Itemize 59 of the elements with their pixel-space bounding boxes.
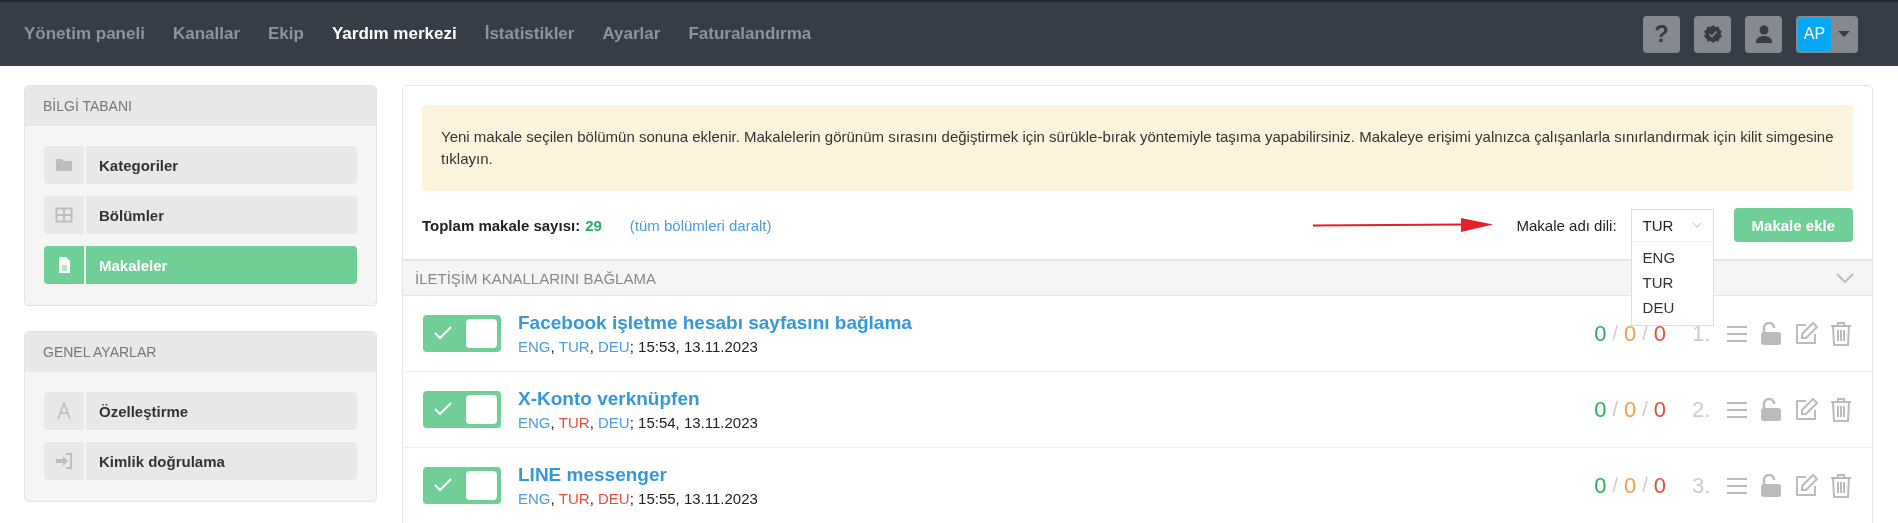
nav-item[interactable]: Ekip — [268, 24, 304, 44]
check-icon — [434, 478, 452, 492]
menu-icon[interactable] — [1726, 400, 1748, 419]
trash-icon[interactable] — [1830, 473, 1852, 498]
check-icon — [434, 326, 452, 340]
trash-icon[interactable] — [1830, 321, 1852, 346]
avatar: AP — [1798, 17, 1831, 51]
toggle-switch[interactable] — [423, 391, 501, 428]
total-label: Toplam makale sayısı: — [422, 216, 581, 234]
toggle-switch[interactable] — [423, 315, 501, 352]
panel-title: GENEL AYARLAR — [25, 332, 376, 372]
article-meta: ENG, TUR, DEU; 15:55, 13.11.2023 — [518, 490, 759, 507]
trash-icon[interactable] — [1830, 397, 1852, 422]
select-value: TUR — [1642, 216, 1674, 234]
edit-icon[interactable] — [1794, 397, 1818, 422]
panel-title: BİLGİ TABANI — [25, 86, 376, 126]
menu-icon[interactable] — [1726, 476, 1748, 495]
rating-counts: 0 / 0 / 0 — [1594, 396, 1666, 423]
article-count: 29 — [585, 216, 602, 234]
user-button[interactable] — [1745, 15, 1782, 53]
grid-icon — [55, 206, 73, 224]
badge-check-button[interactable] — [1694, 15, 1731, 53]
nav-item[interactable]: Yönetim paneli — [24, 24, 145, 44]
article-meta: ENG, TUR, DEU; 15:54, 13.11.2023 — [518, 414, 759, 431]
rating-counts: 0 / 0 / 0 — [1594, 472, 1666, 499]
nav-item[interactable]: Faturalandırma — [688, 24, 812, 44]
check-icon — [434, 402, 452, 416]
add-article-button[interactable]: Makale ekle — [1733, 208, 1853, 242]
account-menu-button[interactable]: AP — [1796, 15, 1858, 53]
collapse-link[interactable]: (tüm bölümleri daralt) — [629, 216, 772, 234]
article-title[interactable]: X-Konto verknüpfen — [518, 388, 1595, 410]
unlocked-padlock-icon[interactable] — [1760, 397, 1782, 422]
nav-item[interactable]: Ayarlar — [602, 24, 661, 44]
chevron-icon — [1691, 222, 1702, 228]
info-notice: Yeni makale seçilen bölümün sonuna eklenir. Makalelerin görünüm sırasını değiştirmek için sürükle-bırak yöntemiyle taşıma yapabilirsiniz. Makaleye erişimi yalnızca çalışanlarla sınırlandırmak için kilit simgesine tıklayın. — [422, 105, 1853, 191]
article-title[interactable]: Facebook işletme hesabı sayfasını bağlama — [518, 312, 1595, 334]
edit-icon[interactable] — [1794, 321, 1818, 346]
dropdown-option[interactable]: TUR — [1631, 270, 1713, 295]
chevron-icon[interactable] — [1836, 273, 1854, 283]
nav-item[interactable]: İstatistikler — [484, 24, 575, 44]
unlocked-padlock-icon[interactable] — [1760, 321, 1782, 346]
folder-icon — [55, 156, 73, 174]
edit-icon[interactable] — [1794, 473, 1818, 498]
nav-item[interactable]: Kanallar — [172, 24, 240, 44]
article-title[interactable]: LINE messenger — [518, 464, 1595, 486]
language-label: Makale adı dili: — [1516, 216, 1617, 234]
unlocked-padlock-icon[interactable] — [1760, 473, 1782, 498]
user-icon — [1753, 24, 1774, 44]
verified-badge-icon — [1702, 24, 1723, 44]
language-select[interactable]: TUR — [1630, 208, 1714, 242]
caret-icon — [1837, 30, 1851, 38]
menu-icon[interactable] — [1726, 324, 1748, 343]
login-icon — [55, 452, 73, 470]
font-icon — [55, 402, 73, 420]
toggle-switch[interactable] — [423, 467, 501, 504]
help-button[interactable]: ? — [1643, 15, 1680, 53]
article-meta: ENG, TUR, DEU; 15:53, 13.11.2023 — [518, 338, 759, 355]
dropdown-option[interactable]: DEU — [1631, 295, 1713, 320]
nav-item[interactable]: Yardım merkezi — [331, 24, 457, 44]
